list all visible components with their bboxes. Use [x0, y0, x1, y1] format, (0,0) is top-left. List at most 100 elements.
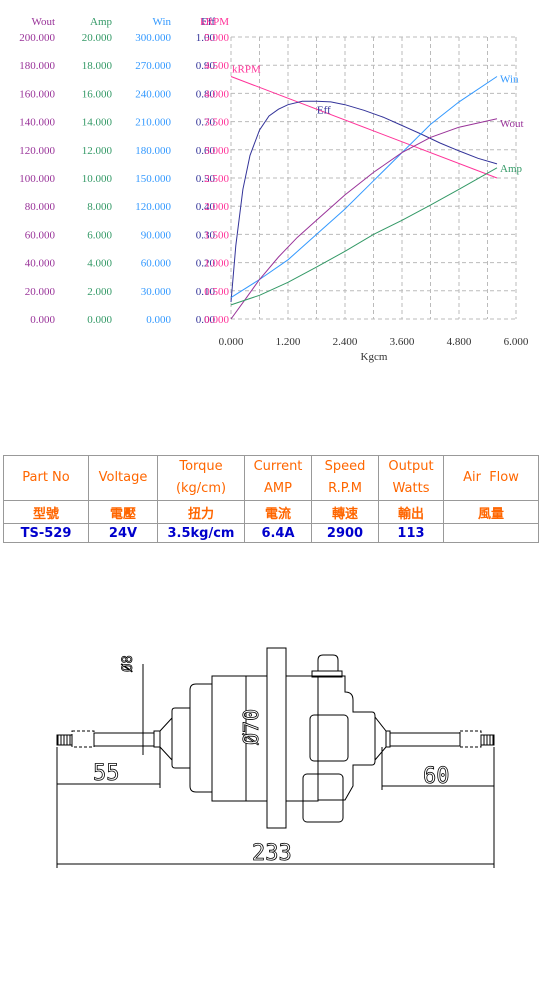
series-label-win: Win [500, 73, 519, 85]
x-tick-label: 2.400 [333, 336, 358, 348]
motor-dimension-drawing: Ø8 Ø70 55 60 233 [56, 647, 495, 868]
right-shaft-collar [385, 730, 391, 748]
header-text: (kg/cm) [175, 481, 227, 496]
shaft-dia-label: Ø8 [120, 655, 136, 672]
left-housing-step [189, 683, 213, 793]
y-tick-label-wout: 0.000 [30, 314, 55, 326]
y-tick-label-wout: 180.000 [19, 60, 55, 72]
y-tick-label-krpm: 2.000 [204, 201, 229, 213]
right-shaft-label: 60 [423, 764, 450, 789]
header-text: Part No [22, 470, 70, 485]
cjk-torque: 扭力 [157, 500, 245, 524]
x-axis-labels: 0.000 1.200 2.400 3.600 4.800 6.000 [219, 336, 529, 348]
y-tick-label-win: 0.000 [146, 314, 171, 326]
y-tick-label-wout: 20.000 [25, 286, 56, 298]
y-axis-title-wout: Wout [31, 16, 55, 28]
value-air-flow [443, 523, 539, 543]
y-tick-label-amp: 16.000 [82, 88, 113, 100]
y-tick-label-krpm: 1.500 [204, 229, 229, 241]
spec-table: Part No Voltage Torque (kg/cm) Current AMP… [3, 455, 539, 543]
y-tick-label-amp: 8.000 [87, 201, 112, 213]
y-tick-label-krpm: 2.500 [204, 173, 229, 185]
terminal-cap [317, 654, 339, 671]
value-speed: 2900 [311, 523, 379, 543]
x-tick-label: 1.200 [276, 336, 301, 348]
left-shaft-collar [153, 730, 161, 748]
y-tick-label-krpm: 3.500 [204, 117, 229, 129]
value-row: TS-529 24V 3.5kg/cm 6.4A 2900 113 [3, 523, 539, 543]
header-cell-output: Output Watts [378, 455, 444, 501]
y-tick-label-amp: 6.000 [87, 229, 112, 241]
y-axis-title-amp: Amp [90, 16, 113, 28]
y-tick-label-win: 240.000 [135, 88, 171, 100]
value-output: 113 [378, 523, 444, 543]
y-axis-title-win: Win [153, 16, 172, 28]
cjk-output: 輸出 [378, 500, 444, 524]
y-axis-title-krpm: kRPM [200, 16, 229, 28]
total-length-label: 233 [252, 841, 292, 866]
gearbox-outline [318, 675, 376, 801]
value-torque: 3.5kg/cm [157, 523, 245, 543]
y-tick-label-wout: 100.000 [19, 173, 55, 185]
value-voltage: 24V [88, 523, 158, 543]
y-tick-label-wout: 80.000 [25, 201, 56, 213]
performance-chart: Wout 0.000 20.000 40.000 60.000 80.000 100.000… [19, 16, 529, 363]
y-tick-label-wout: 200.000 [19, 32, 55, 44]
y-tick-label-win: 210.000 [135, 117, 171, 129]
x-tick-label: 3.600 [390, 336, 415, 348]
y-tick-label-wout: 120.000 [19, 145, 55, 157]
cjk-voltage: 電壓 [88, 500, 158, 524]
y-tick-label-amp: 4.000 [87, 258, 112, 270]
y-tick-label-amp: 10.000 [82, 173, 113, 185]
left-thread [56, 734, 73, 746]
header-text: R.P.M [328, 481, 362, 496]
x-tick-label: 0.000 [219, 336, 244, 348]
y-tick-label-amp: 0.000 [87, 314, 112, 326]
header-text: Output [388, 459, 434, 474]
y-tick-label-krpm: 4.500 [204, 60, 229, 72]
x-axis-title: Kgcm [361, 351, 388, 363]
y-tick-label-win: 300.000 [135, 32, 171, 44]
right-shaft-dashed [459, 730, 482, 748]
right-thread [480, 734, 495, 746]
series-line-win [230, 76, 498, 299]
series-label-eff: Eff [317, 104, 331, 116]
y-tick-label-amp: 2.000 [87, 286, 112, 298]
connector-box [302, 773, 344, 823]
y-tick-label-amp: 20.000 [82, 32, 113, 44]
header-cell-part-no: Part No [3, 455, 89, 501]
header-cell-current: Current AMP [244, 455, 312, 501]
right-body [285, 675, 319, 802]
left-shaft [93, 732, 155, 747]
y-tick-label-krpm: 3.000 [204, 145, 229, 157]
header-text: AMP [264, 481, 292, 496]
header-cell-speed: Speed R.P.M [311, 455, 379, 501]
left-shaft-label: 55 [93, 761, 120, 786]
value-part-no: TS-529 [3, 523, 89, 543]
y-axis-labels: Wout 0.000 20.000 40.000 60.000 80.000 100.000… [19, 16, 229, 326]
y-tick-label-wout: 40.000 [25, 258, 56, 270]
series-label-wout: Wout [500, 118, 524, 130]
series-label-krpm: kRPM [232, 63, 261, 75]
y-tick-label-krpm: 0.500 [204, 286, 229, 298]
cjk-air-flow: 風量 [443, 500, 539, 524]
center-box [309, 714, 349, 762]
x-tick-label: 4.800 [447, 336, 472, 348]
y-tick-label-krpm: 4.000 [204, 88, 229, 100]
header-cell-air-flow: Air Flow [443, 455, 539, 501]
y-tick-label-wout: 140.000 [19, 117, 55, 129]
y-tick-label-win: 150.000 [135, 173, 171, 185]
header-text: Voltage [98, 470, 148, 485]
y-tick-label-krpm: 0.000 [204, 314, 229, 326]
series-line-wout [230, 118, 498, 320]
y-tick-label-krpm: 5.000 [204, 32, 229, 44]
y-tick-label-amp: 14.000 [82, 117, 113, 129]
header-text: Speed [324, 459, 366, 474]
y-tick-label-win: 180.000 [135, 145, 171, 157]
header-text: Torque [179, 459, 223, 474]
y-tick-label-win: 60.000 [141, 258, 172, 270]
y-tick-label-win: 90.000 [141, 229, 172, 241]
body-dia-label: Ø70 [239, 709, 263, 745]
header-row: Part No Voltage Torque (kg/cm) Current AMP… [3, 455, 539, 501]
y-tick-label-win: 30.000 [141, 286, 172, 298]
